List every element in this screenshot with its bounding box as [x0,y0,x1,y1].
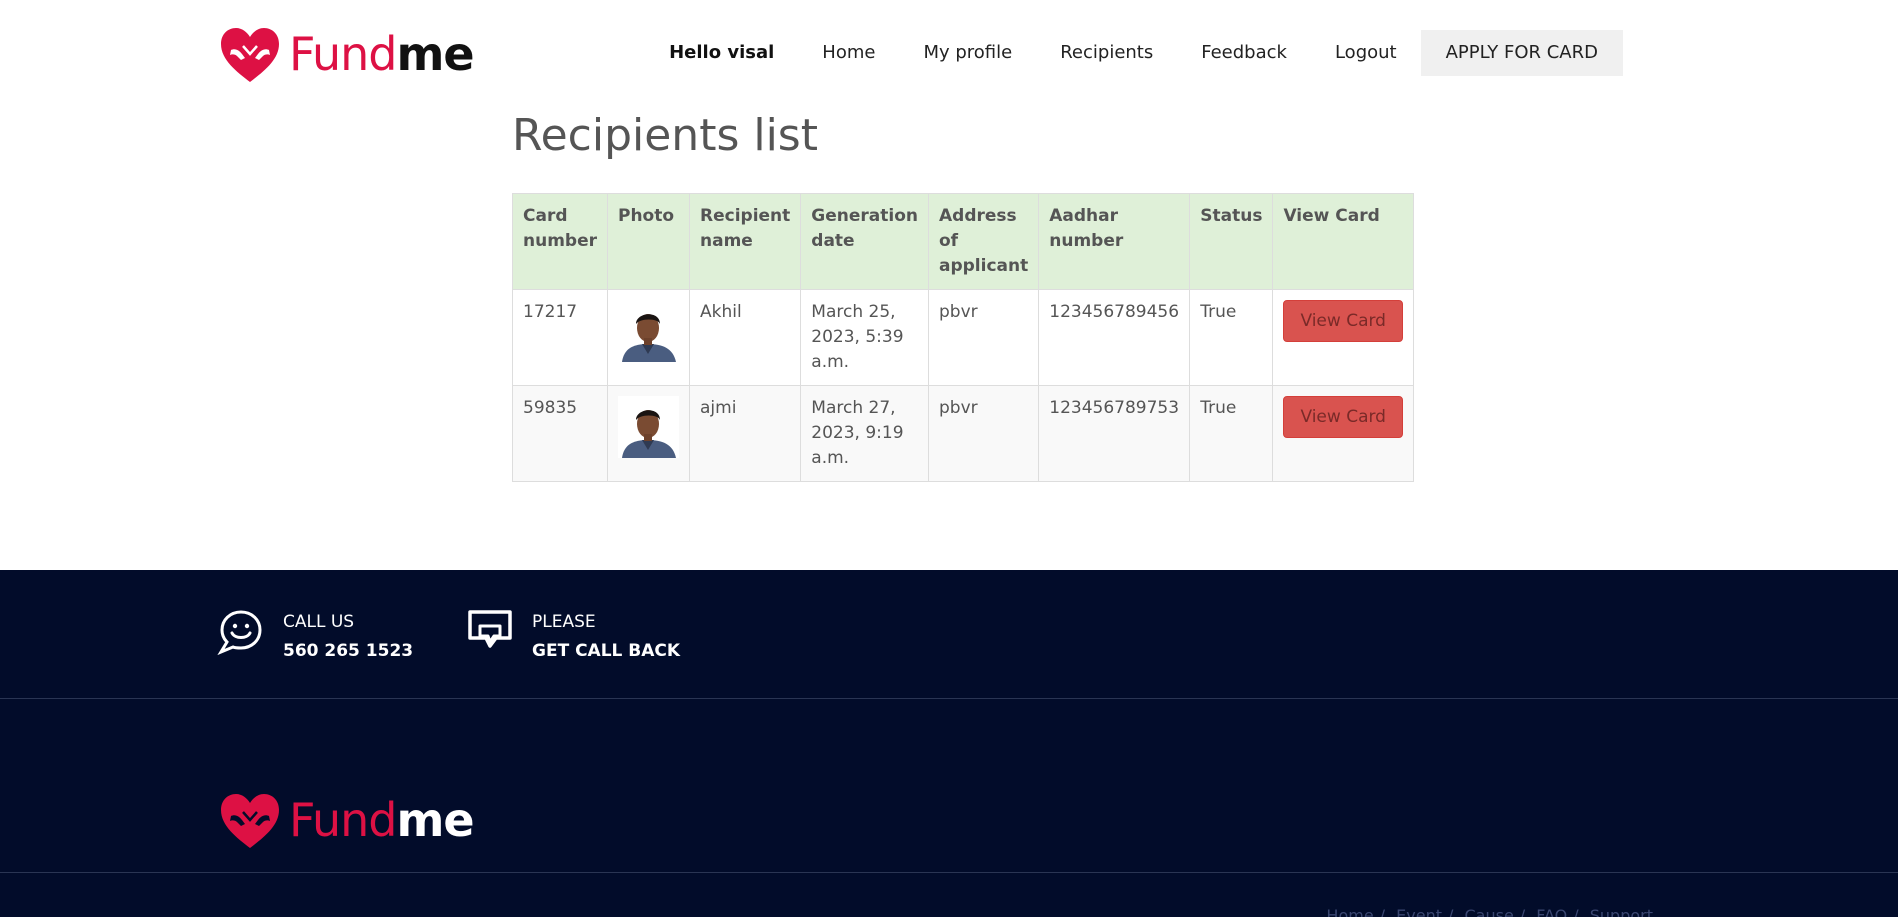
nav-recipients[interactable]: Recipients [1036,30,1177,76]
status-cell: True [1189,289,1274,386]
col-recipient-name: Recipient name [688,193,802,290]
call-us-label: CALL US [283,612,355,632]
col-view-card: View Card [1272,193,1414,290]
address-cell: pbvr [927,289,1040,386]
table-row: 59835 ajmi March 27, 2023, 9:19 a.m. pbv… [512,385,1414,482]
brand-part-1: Fund [289,793,397,847]
table-row: 17217 Akhil March 25, 2023, 5:39 a.m. pb… [512,289,1414,386]
link-separator: / [1573,906,1579,917]
footer-brand-logo[interactable]: Fundme [217,790,475,850]
view-card-cell: View Card [1272,385,1414,482]
photo-cell [607,385,690,482]
scrollbar[interactable] [1898,0,1903,917]
page-title: Recipients list [512,110,818,161]
call-back-label: PLEASE [532,612,596,632]
call-us-block[interactable]: CALL US 560 265 1523 [217,608,413,666]
brand-logo[interactable]: Fundme [217,24,475,84]
call-us-text: CALL US 560 265 1523 [283,608,413,666]
nav-greeting[interactable]: Hello visal [645,30,798,76]
view-card-button[interactable]: View Card [1283,396,1403,438]
aadhar-cell: 123456789456 [1038,289,1191,386]
recipient-photo[interactable] [618,300,679,362]
col-generation-date: Generation date [800,193,929,290]
col-card-number: Card number [512,193,608,290]
status-cell: True [1189,385,1274,482]
call-back-text: PLEASE GET CALL BACK [532,608,680,666]
generation-date-cell: March 27, 2023, 9:19 a.m. [800,385,929,482]
nav-home[interactable]: Home [798,30,899,76]
footer-link-support[interactable]: Support [1590,906,1653,917]
recipients-table: Card number Photo Recipient name Generat… [512,193,1414,482]
heart-hands-icon [221,28,279,82]
card-number-cell: 17217 [512,289,608,386]
footer-link-event[interactable]: Event [1396,906,1442,917]
call-back-action: GET CALL BACK [532,641,681,661]
link-separator: / [1379,906,1386,917]
table-header-row: Card number Photo Recipient name Generat… [512,193,1414,290]
recipient-photo[interactable] [618,396,679,458]
footer-divider [0,698,1898,699]
link-separator: / [1448,906,1454,917]
nav-my-profile[interactable]: My profile [899,30,1036,76]
view-card-cell: View Card [1272,289,1414,386]
heart-hands-icon [221,794,279,848]
address-cell: pbvr [927,385,1040,482]
site-header: Fundme Hello visal Home My profile Recip… [0,0,1903,106]
recipient-name-cell: ajmi [688,385,802,482]
footer-links: Home / Event / Cause / FAQ / Support [1326,906,1653,917]
call-back-block[interactable]: PLEASE GET CALL BACK [466,608,680,666]
chat-bubble-icon [468,610,512,648]
generation-date-cell: March 25, 2023, 5:39 a.m. [800,289,929,386]
col-photo: Photo [607,193,690,290]
link-separator: / [1519,906,1526,917]
footer-link-cause[interactable]: Cause [1464,906,1513,917]
main-nav: Hello visal Home My profile Recipients F… [645,30,1623,76]
call-us-number: 560 265 1523 [283,641,414,661]
col-address: Address of applicant [927,193,1040,290]
nav-logout[interactable]: Logout [1311,30,1421,76]
nav-feedback[interactable]: Feedback [1177,30,1311,76]
apply-for-card-button[interactable]: APPLY FOR CARD [1420,30,1623,76]
footer-divider [0,872,1898,873]
brand-wordmark: Fundme [289,31,475,77]
brand-part-2: me [396,793,474,847]
photo-cell [607,289,690,386]
col-status: Status [1189,193,1274,290]
footer-link-faq[interactable]: FAQ [1536,906,1567,917]
recipient-name-cell: Akhil [688,289,802,386]
footer-link-home[interactable]: Home [1326,906,1373,917]
brand-wordmark: Fundme [289,797,475,843]
smiley-chat-icon [217,610,262,656]
brand-part-1: Fund [289,27,397,81]
card-number-cell: 59835 [512,385,608,482]
site-footer: CALL US 560 265 1523 PLEASE GET CALL BAC… [0,570,1898,917]
col-aadhar: Aadhar number [1038,193,1191,290]
view-card-button[interactable]: View Card [1283,300,1403,342]
brand-part-2: me [396,27,474,81]
aadhar-cell: 123456789753 [1038,385,1191,482]
